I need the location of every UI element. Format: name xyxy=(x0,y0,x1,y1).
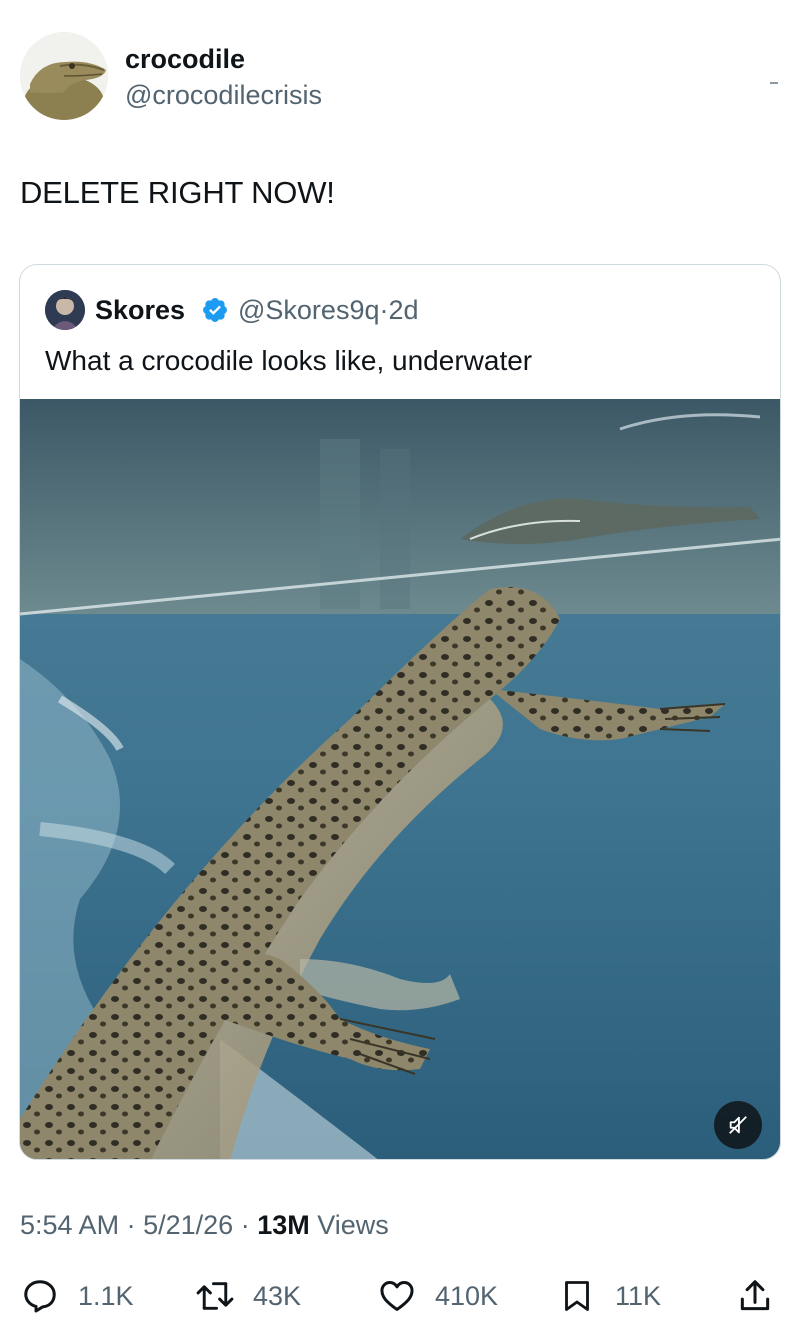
reply-icon xyxy=(20,1276,60,1316)
quoted-author-handle-and-age[interactable]: @Skores9q·2d xyxy=(238,295,419,326)
quoted-post-age[interactable]: 2d xyxy=(388,295,418,325)
reply-count: 1.1K xyxy=(78,1280,134,1311)
share-icon xyxy=(735,1276,775,1316)
quoted-post-text: What a crocodile looks like, underwater xyxy=(45,345,533,376)
repost-count: 43K xyxy=(253,1280,302,1311)
share-button[interactable] xyxy=(735,1270,775,1322)
verified-badge-icon xyxy=(203,298,227,322)
author-avatar[interactable] xyxy=(20,32,108,120)
bookmark-icon xyxy=(557,1276,597,1316)
separator-dot: · xyxy=(240,1210,250,1240)
crocodile-video-frame xyxy=(20,399,780,1159)
separator-dot: · xyxy=(126,1210,136,1240)
repost-button[interactable]: 43K xyxy=(195,1270,301,1322)
bookmark-button[interactable]: 11K xyxy=(557,1270,661,1322)
post-time[interactable]: 5:54 AM xyxy=(20,1210,119,1240)
action-bar: 1.1K 43K 410K 11K xyxy=(0,1270,800,1322)
like-button[interactable]: 410K xyxy=(377,1270,498,1322)
reply-button[interactable]: 1.1K xyxy=(20,1270,134,1322)
quoted-author-handle[interactable]: @Skores9q xyxy=(238,295,379,325)
quoted-author-avatar[interactable] xyxy=(45,290,85,330)
post-metadata: 5:54 AM · 5/21/26 · 13M Views xyxy=(20,1210,389,1241)
views-label: Views xyxy=(317,1210,389,1240)
author-handle[interactable]: @crocodilecrisis xyxy=(125,80,322,111)
post-date[interactable]: 5/21/26 xyxy=(143,1210,233,1240)
views-count: 13M xyxy=(257,1210,310,1240)
muted-speaker-icon xyxy=(729,1116,747,1134)
mute-toggle-button[interactable] xyxy=(714,1101,762,1149)
heart-icon xyxy=(377,1276,417,1316)
more-options-icon[interactable] xyxy=(770,82,778,84)
video-player[interactable] xyxy=(20,399,780,1159)
quoted-post[interactable]: Skores @Skores9q·2d What a crocodile loo… xyxy=(19,264,781,1160)
quoted-author-name[interactable]: Skores xyxy=(95,295,185,326)
author-name[interactable]: crocodile xyxy=(125,44,245,75)
post-header: crocodile @crocodilecrisis xyxy=(20,32,780,124)
bookmark-count: 11K xyxy=(615,1280,662,1311)
post-text: DELETE RIGHT NOW! xyxy=(20,175,335,210)
like-count: 410K xyxy=(435,1280,499,1311)
repost-icon xyxy=(195,1276,235,1316)
